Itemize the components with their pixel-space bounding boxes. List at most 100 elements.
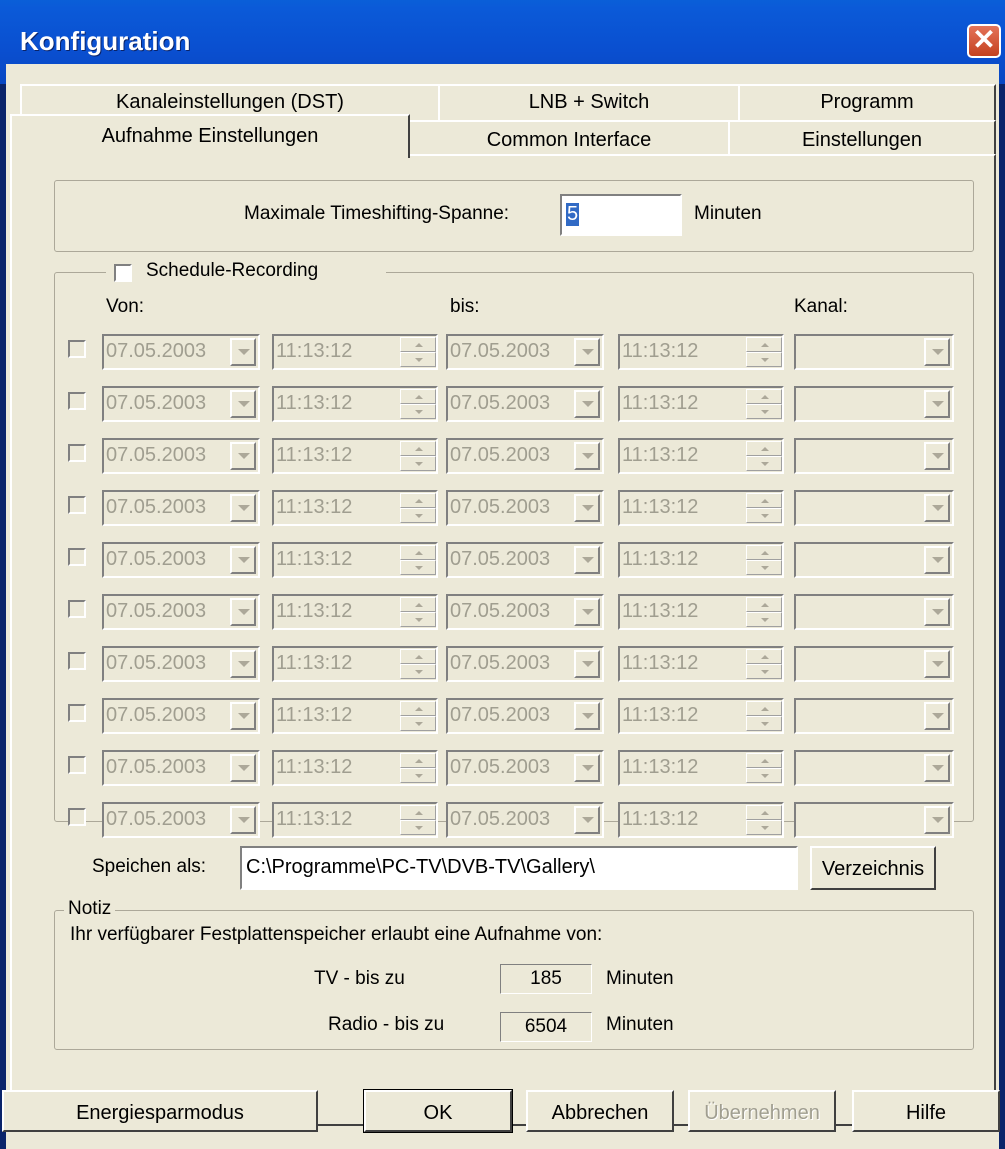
from-date-field[interactable]: 07.05.2003	[102, 698, 260, 734]
to-time-spinner-icon[interactable]	[746, 597, 782, 627]
channel-dropdown-icon[interactable]	[924, 754, 950, 782]
from-time-field[interactable]: 11:13:12	[272, 646, 438, 682]
to-time-field[interactable]: 11:13:12	[618, 698, 784, 734]
from-time-spinner-icon[interactable]	[400, 389, 436, 419]
channel-dropdown-icon[interactable]	[924, 338, 950, 366]
from-time-spinner-icon[interactable]	[400, 649, 436, 679]
from-date-dropdown-icon[interactable]	[230, 702, 256, 730]
to-date-dropdown-icon[interactable]	[574, 702, 600, 730]
to-time-field[interactable]: 11:13:12	[618, 386, 784, 422]
to-date-field[interactable]: 07.05.2003	[446, 438, 604, 474]
tab-programm[interactable]: Programm	[738, 84, 996, 120]
to-date-field[interactable]: 07.05.2003	[446, 386, 604, 422]
channel-select[interactable]	[794, 386, 954, 422]
from-date-dropdown-icon[interactable]	[230, 390, 256, 418]
to-date-dropdown-icon[interactable]	[574, 598, 600, 626]
channel-dropdown-icon[interactable]	[924, 390, 950, 418]
apply-button[interactable]: Übernehmen	[688, 1090, 836, 1132]
channel-dropdown-icon[interactable]	[924, 494, 950, 522]
row-enable-checkbox[interactable]	[68, 392, 86, 410]
from-date-field[interactable]: 07.05.2003	[102, 646, 260, 682]
to-time-spinner-icon[interactable]	[746, 493, 782, 523]
row-enable-checkbox[interactable]	[68, 496, 86, 514]
channel-select[interactable]	[794, 750, 954, 786]
to-date-dropdown-icon[interactable]	[574, 546, 600, 574]
to-time-field[interactable]: 11:13:12	[618, 490, 784, 526]
from-time-spinner-icon[interactable]	[400, 701, 436, 731]
from-date-field[interactable]: 07.05.2003	[102, 802, 260, 838]
to-date-dropdown-icon[interactable]	[574, 806, 600, 834]
from-date-field[interactable]: 07.05.2003	[102, 594, 260, 630]
to-date-field[interactable]: 07.05.2003	[446, 698, 604, 734]
from-time-spinner-icon[interactable]	[400, 441, 436, 471]
to-time-spinner-icon[interactable]	[746, 805, 782, 835]
channel-select[interactable]	[794, 438, 954, 474]
tab-einstellungen[interactable]: Einstellungen	[728, 120, 996, 156]
from-time-field[interactable]: 11:13:12	[272, 698, 438, 734]
channel-select[interactable]	[794, 802, 954, 838]
from-date-field[interactable]: 07.05.2003	[102, 750, 260, 786]
channel-select[interactable]	[794, 542, 954, 578]
from-date-dropdown-icon[interactable]	[230, 442, 256, 470]
channel-dropdown-icon[interactable]	[924, 598, 950, 626]
to-time-spinner-icon[interactable]	[746, 701, 782, 731]
from-time-spinner-icon[interactable]	[400, 337, 436, 367]
channel-dropdown-icon[interactable]	[924, 546, 950, 574]
row-enable-checkbox[interactable]	[68, 444, 86, 462]
row-enable-checkbox[interactable]	[68, 652, 86, 670]
to-date-dropdown-icon[interactable]	[574, 338, 600, 366]
to-time-spinner-icon[interactable]	[746, 389, 782, 419]
to-date-dropdown-icon[interactable]	[574, 390, 600, 418]
to-date-dropdown-icon[interactable]	[574, 650, 600, 678]
to-time-field[interactable]: 11:13:12	[618, 594, 784, 630]
from-time-spinner-icon[interactable]	[400, 753, 436, 783]
from-time-spinner-icon[interactable]	[400, 493, 436, 523]
from-date-field[interactable]: 07.05.2003	[102, 542, 260, 578]
browse-directory-button[interactable]: Verzeichnis	[810, 846, 936, 890]
from-time-spinner-icon[interactable]	[400, 597, 436, 627]
to-date-field[interactable]: 07.05.2003	[446, 646, 604, 682]
channel-dropdown-icon[interactable]	[924, 442, 950, 470]
channel-dropdown-icon[interactable]	[924, 806, 950, 834]
to-time-field[interactable]: 11:13:12	[618, 438, 784, 474]
from-date-field[interactable]: 07.05.2003	[102, 490, 260, 526]
to-time-field[interactable]: 11:13:12	[618, 646, 784, 682]
from-date-dropdown-icon[interactable]	[230, 598, 256, 626]
channel-select[interactable]	[794, 594, 954, 630]
to-date-field[interactable]: 07.05.2003	[446, 490, 604, 526]
close-icon[interactable]: ✕	[967, 24, 1001, 58]
from-time-field[interactable]: 11:13:12	[272, 802, 438, 838]
row-enable-checkbox[interactable]	[68, 756, 86, 774]
from-date-field[interactable]: 07.05.2003	[102, 334, 260, 370]
save-path-input[interactable]: C:\Programme\PC-TV\DVB-TV\Gallery\	[240, 846, 798, 890]
to-date-field[interactable]: 07.05.2003	[446, 542, 604, 578]
from-time-field[interactable]: 11:13:12	[272, 750, 438, 786]
row-enable-checkbox[interactable]	[68, 600, 86, 618]
to-date-dropdown-icon[interactable]	[574, 442, 600, 470]
tab-lnb-switch[interactable]: LNB + Switch	[438, 84, 740, 120]
from-time-field[interactable]: 11:13:12	[272, 334, 438, 370]
to-date-field[interactable]: 07.05.2003	[446, 802, 604, 838]
from-date-dropdown-icon[interactable]	[230, 650, 256, 678]
to-date-dropdown-icon[interactable]	[574, 494, 600, 522]
channel-select[interactable]	[794, 698, 954, 734]
channel-select[interactable]	[794, 646, 954, 682]
cancel-button[interactable]: Abbrechen	[526, 1090, 674, 1132]
from-date-dropdown-icon[interactable]	[230, 806, 256, 834]
from-date-dropdown-icon[interactable]	[230, 338, 256, 366]
from-time-field[interactable]: 11:13:12	[272, 542, 438, 578]
row-enable-checkbox[interactable]	[68, 808, 86, 826]
from-time-spinner-icon[interactable]	[400, 545, 436, 575]
from-time-field[interactable]: 11:13:12	[272, 594, 438, 630]
tab-common-interface[interactable]: Common Interface	[408, 120, 730, 156]
to-time-spinner-icon[interactable]	[746, 441, 782, 471]
to-time-field[interactable]: 11:13:12	[618, 750, 784, 786]
channel-dropdown-icon[interactable]	[924, 650, 950, 678]
to-time-field[interactable]: 11:13:12	[618, 542, 784, 578]
from-time-field[interactable]: 11:13:12	[272, 386, 438, 422]
row-enable-checkbox[interactable]	[68, 704, 86, 722]
to-date-field[interactable]: 07.05.2003	[446, 750, 604, 786]
from-date-field[interactable]: 07.05.2003	[102, 438, 260, 474]
timeshift-input[interactable]: 5	[560, 194, 682, 236]
to-time-spinner-icon[interactable]	[746, 753, 782, 783]
